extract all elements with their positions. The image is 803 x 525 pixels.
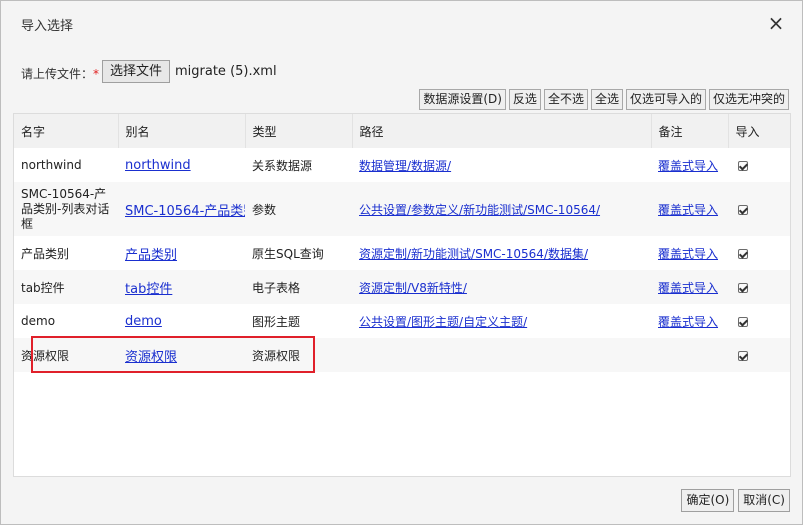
import-checkbox[interactable] [738,316,748,327]
cell-note: 覆盖式导入 [651,148,728,182]
import-checkbox[interactable] [738,204,748,215]
upload-label: 请上传文件：* [21,65,99,82]
cell-import [728,182,790,236]
cell-type: 参数 [245,182,352,236]
cell-alias: 产品类别 [118,236,245,270]
cell-type: 电子表格 [245,270,352,304]
selected-file-name: migrate (5).xml [175,64,277,79]
cell-path: 公共设置/图形主题/自定义主题/ [352,304,651,338]
select-none-button[interactable]: 全不选 [543,89,588,110]
select-all-button[interactable]: 全选 [590,89,623,110]
cell-note: 覆盖式导入 [651,304,728,338]
dialog-title: 导入选择 [21,19,74,34]
note-link[interactable]: 覆盖式导入 [658,159,718,173]
table-row: northwind northwind 关系数据源 数据管理/数据源/ 覆盖式导… [14,148,790,182]
table-header-row: 名字 别名 类型 路径 备注 导入 [14,114,790,148]
cell-name: tab控件 [14,270,118,304]
path-link[interactable]: 公共设置/参数定义/新功能测试/SMC-10564/ [359,203,600,217]
import-table-panel: 名字 别名 类型 路径 备注 导入 northwind northwind 关系… [13,113,791,477]
cell-type: 资源权限 [245,338,352,372]
cell-path: 资源定制/新功能测试/SMC-10564/数据集/ [352,236,651,270]
import-checkbox[interactable] [738,248,748,259]
cancel-button[interactable]: 取消(C) [738,489,790,512]
import-checkbox[interactable] [738,160,748,171]
required-mark: * [93,67,100,81]
cell-alias: 资源权限 [118,338,245,372]
alias-link[interactable]: 资源权限 [125,350,177,365]
column-header-name[interactable]: 名字 [14,114,119,148]
cell-type: 关系数据源 [245,148,352,182]
alias-link[interactable]: northwind [125,158,191,173]
close-icon[interactable]: × [767,13,785,33]
path-link[interactable]: 资源定制/V8新特性/ [359,281,467,295]
cell-name: SMC-10564-产品类别-列表对话框 [14,182,118,236]
import-checkbox[interactable] [738,350,748,361]
cell-import [728,270,790,304]
cell-name: demo [14,304,118,338]
cell-path: 资源定制/V8新特性/ [352,270,651,304]
note-link[interactable]: 覆盖式导入 [658,315,718,329]
column-header-alias[interactable]: 别名 [118,114,246,148]
cell-import [728,304,790,338]
ok-button[interactable]: 确定(O) [681,489,735,512]
path-link[interactable]: 资源定制/新功能测试/SMC-10564/数据集/ [359,247,588,261]
table-row: 资源权限 资源权限 资源权限 [14,338,790,372]
cell-import [728,148,790,182]
cell-alias: northwind [118,148,245,182]
upload-label-text: 请上传文件： [21,67,94,81]
selection-toolbar: 数据源设置(D) 反选 全不选 全选 仅选可导入的 仅选无冲突的 [419,89,789,110]
table-row: demo demo 图形主题 公共设置/图形主题/自定义主题/ 覆盖式导入 [14,304,790,338]
column-header-type[interactable]: 类型 [245,114,353,148]
import-selection-dialog: 导入选择 × 请上传文件：* 选择文件 migrate (5).xml 数据源设… [0,0,803,525]
cell-note [651,338,728,372]
dialog-titlebar: 导入选择 × [1,1,802,45]
column-header-path[interactable]: 路径 [352,114,652,148]
path-link[interactable]: 公共设置/图形主题/自定义主题/ [359,315,527,329]
choose-file-button[interactable]: 选择文件 [102,60,171,83]
cell-alias: demo [118,304,245,338]
alias-link[interactable]: demo [125,314,162,329]
cell-name: 产品类别 [14,236,118,270]
cell-note: 覆盖式导入 [651,182,728,236]
cell-type: 原生SQL查询 [245,236,352,270]
note-link[interactable]: 覆盖式导入 [658,247,718,261]
alias-link[interactable]: SMC-10564-产品类别 [125,204,245,219]
cell-alias: tab控件 [118,270,245,304]
select-importable-button[interactable]: 仅选可导入的 [625,89,706,110]
datasource-settings-button[interactable]: 数据源设置(D) [419,89,506,110]
cell-path: 数据管理/数据源/ [352,148,651,182]
cell-name: 资源权限 [14,338,118,372]
invert-selection-button[interactable]: 反选 [508,89,541,110]
column-header-note[interactable]: 备注 [651,114,729,148]
cell-path: 公共设置/参数定义/新功能测试/SMC-10564/ [352,182,651,236]
cell-type: 图形主题 [245,304,352,338]
table-row: 产品类别 产品类别 原生SQL查询 资源定制/新功能测试/SMC-10564/数… [14,236,790,270]
cell-alias: SMC-10564-产品类别 [118,182,245,236]
note-link[interactable]: 覆盖式导入 [658,281,718,295]
dialog-footer: 确定(O) 取消(C) [681,489,790,512]
select-no-conflict-button[interactable]: 仅选无冲突的 [708,89,789,110]
cell-name: northwind [14,148,118,182]
import-table: 名字 别名 类型 路径 备注 导入 northwind northwind 关系… [14,114,790,372]
table-row: SMC-10564-产品类别-列表对话框 SMC-10564-产品类别 参数 公… [14,182,790,236]
note-link[interactable]: 覆盖式导入 [658,203,718,217]
cell-import [728,338,790,372]
cell-path [352,338,651,372]
import-checkbox[interactable] [738,282,748,293]
alias-link[interactable]: 产品类别 [125,248,177,263]
cell-note: 覆盖式导入 [651,236,728,270]
alias-link[interactable]: tab控件 [125,282,172,297]
table-row: tab控件 tab控件 电子表格 资源定制/V8新特性/ 覆盖式导入 [14,270,790,304]
cell-import [728,236,790,270]
path-link[interactable]: 数据管理/数据源/ [359,159,451,173]
cell-note: 覆盖式导入 [651,270,728,304]
column-header-import[interactable]: 导入 [728,114,790,148]
